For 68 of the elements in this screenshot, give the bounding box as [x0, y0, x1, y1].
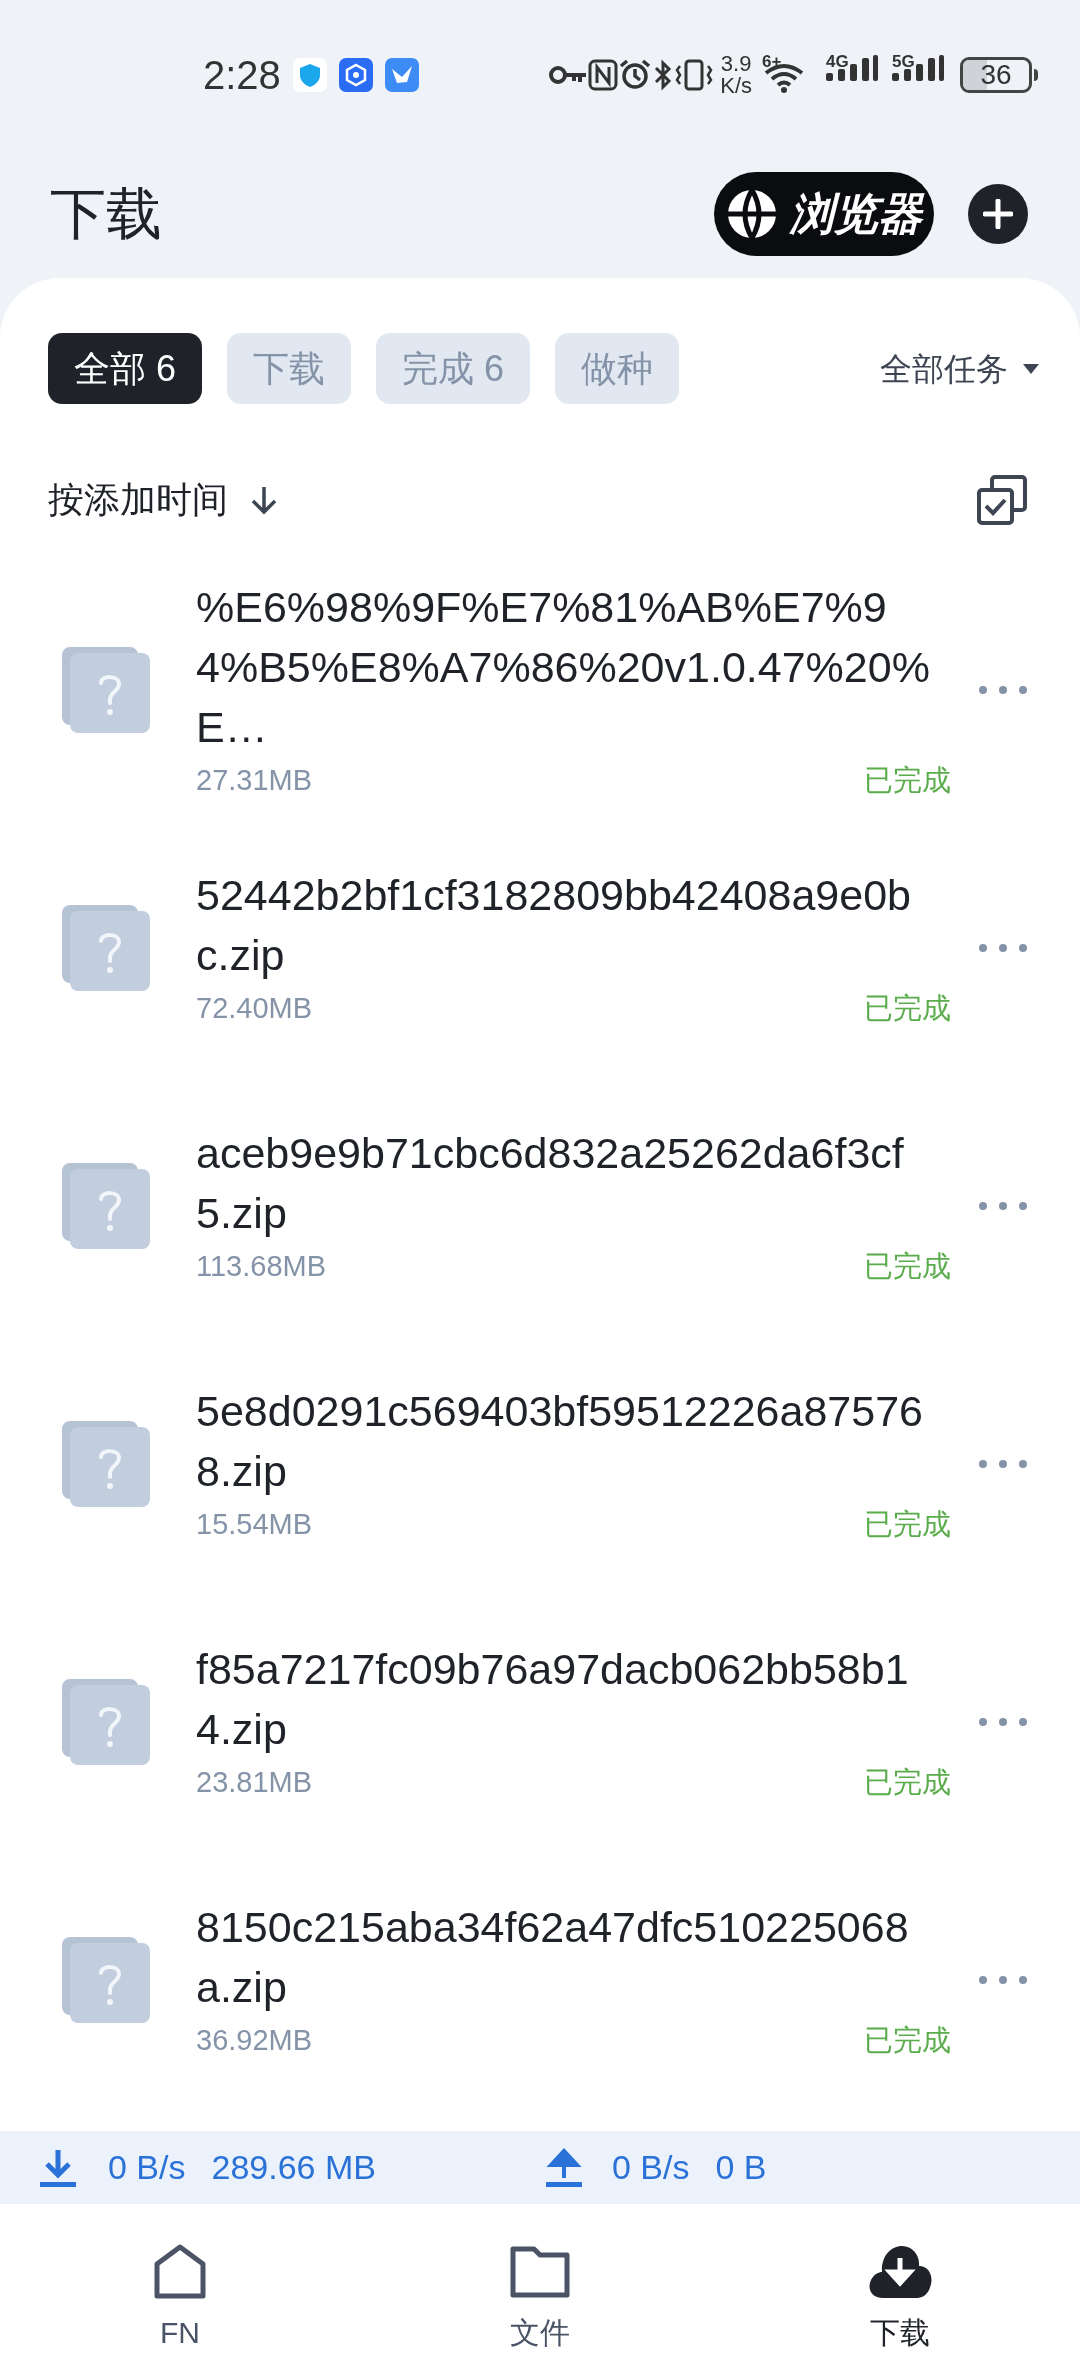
download-item[interactable]: 52442b2bf1cf3182809bb42408a9e0bc.zip 72.40MB 已完成 [0, 819, 1080, 1077]
unknown-file-icon [62, 1419, 152, 1509]
caret-icon [1022, 362, 1040, 375]
status-time: 2:28 [203, 52, 281, 99]
vibrate-icon [674, 58, 715, 92]
download-item[interactable]: %E6%98%9F%E7%81%AB%E7%94%B5%E8%A7%86%20v1.0.47%20%E… 27.31MB 已完成 [0, 561, 1080, 819]
download-item[interactable]: aceb9e9b71cbc6d832a25262da6f3cf5.zip 113.68MB 已完成 [0, 1077, 1080, 1335]
network-type-label: 4G [826, 53, 849, 70]
folder-icon [510, 2246, 570, 2298]
cloud-download-icon [867, 2244, 933, 2300]
nav-tab[interactable]: 下载 [720, 2204, 1080, 2376]
file-name: %E6%98%9F%E7%81%AB%E7%94%B5%E8%A7%86%20v1.0.47%20%E… [196, 582, 931, 754]
globe-icon [726, 188, 778, 240]
browser-button[interactable]: 浏览器 [714, 172, 934, 256]
unknown-file-icon [62, 1935, 152, 2025]
nav-tab[interactable]: FN [0, 2204, 360, 2376]
alarm-icon [618, 58, 653, 92]
file-size: 23.81MB [196, 1765, 314, 1801]
task-filter-dropdown[interactable]: 全部任务 [880, 344, 1040, 393]
status-label: 已完成 [864, 763, 951, 799]
add-button[interactable] [968, 184, 1028, 244]
download-item[interactable]: f85a7217fc09b76a97dacb062bb58b14.zip 23.81MB 已完成 [0, 1593, 1080, 1851]
download-icon [40, 2147, 76, 2188]
download-item[interactable]: 8150c215aba34f62a47dfc510225068a.zip 36.92MB 已完成 [0, 1851, 1080, 2109]
upload-total: 0 B [715, 2147, 767, 2188]
arrow-down-icon [250, 485, 278, 515]
bird-app-icon [384, 58, 419, 92]
unknown-file-icon [62, 903, 152, 993]
network-type-label: 5G [892, 53, 915, 70]
signal-icon [826, 55, 878, 81]
battery-icon: 36 [960, 57, 1032, 93]
sort-button[interactable]: 按添加时间 [48, 473, 278, 527]
hand-app-icon [338, 58, 373, 92]
file-name: f85a7217fc09b76a97dacb062bb58b14.zip [196, 1644, 910, 1756]
wifi-standard-label: 6+ [762, 53, 782, 70]
nfc-icon [588, 59, 619, 91]
unknown-file-icon [62, 1677, 152, 1767]
file-size: 15.54MB [196, 1507, 314, 1543]
filter-tab[interactable]: 全部 6 [48, 333, 203, 404]
download-item[interactable]: 5e8d0291c569403bf59512226a875768.zip 15.54MB 已完成 [0, 1335, 1080, 1593]
network-speed-value: 3.9 [720, 53, 752, 75]
status-label: 已完成 [864, 2023, 951, 2059]
file-name: 8150c215aba34f62a47dfc510225068a.zip [196, 1902, 910, 2014]
page-title: 下载 [50, 181, 163, 247]
multi-select-icon[interactable] [976, 475, 1028, 525]
unknown-file-icon [62, 645, 152, 735]
unknown-file-icon [62, 1161, 152, 1251]
status-label: 已完成 [864, 991, 951, 1027]
plus-icon [983, 199, 1013, 229]
signal-icon [892, 55, 944, 81]
file-size: 72.40MB [196, 991, 314, 1027]
download-speed: 0 B/s [108, 2147, 186, 2188]
upload-speed: 0 B/s [611, 2147, 690, 2188]
file-size: 36.92MB [196, 2023, 314, 2059]
network-speed-unit: K/s [720, 75, 752, 97]
status-label: 已完成 [864, 1765, 951, 1801]
download-total: 289.66 MB [211, 2147, 376, 2188]
nav-tab[interactable]: 文件 [360, 2204, 720, 2376]
shield-icon [292, 58, 327, 92]
file-name: 5e8d0291c569403bf59512226a875768.zip [196, 1386, 924, 1498]
home-icon [152, 2244, 208, 2300]
file-name: aceb9e9b71cbc6d832a25262da6f3cf5.zip [196, 1128, 905, 1240]
status-label: 已完成 [864, 1249, 951, 1285]
file-name: 52442b2bf1cf3182809bb42408a9e0bc.zip [196, 870, 912, 982]
status-label: 已完成 [864, 1507, 951, 1543]
file-size: 27.31MB [196, 763, 314, 799]
file-size: 113.68MB [196, 1249, 328, 1285]
upload-icon [545, 2147, 582, 2188]
